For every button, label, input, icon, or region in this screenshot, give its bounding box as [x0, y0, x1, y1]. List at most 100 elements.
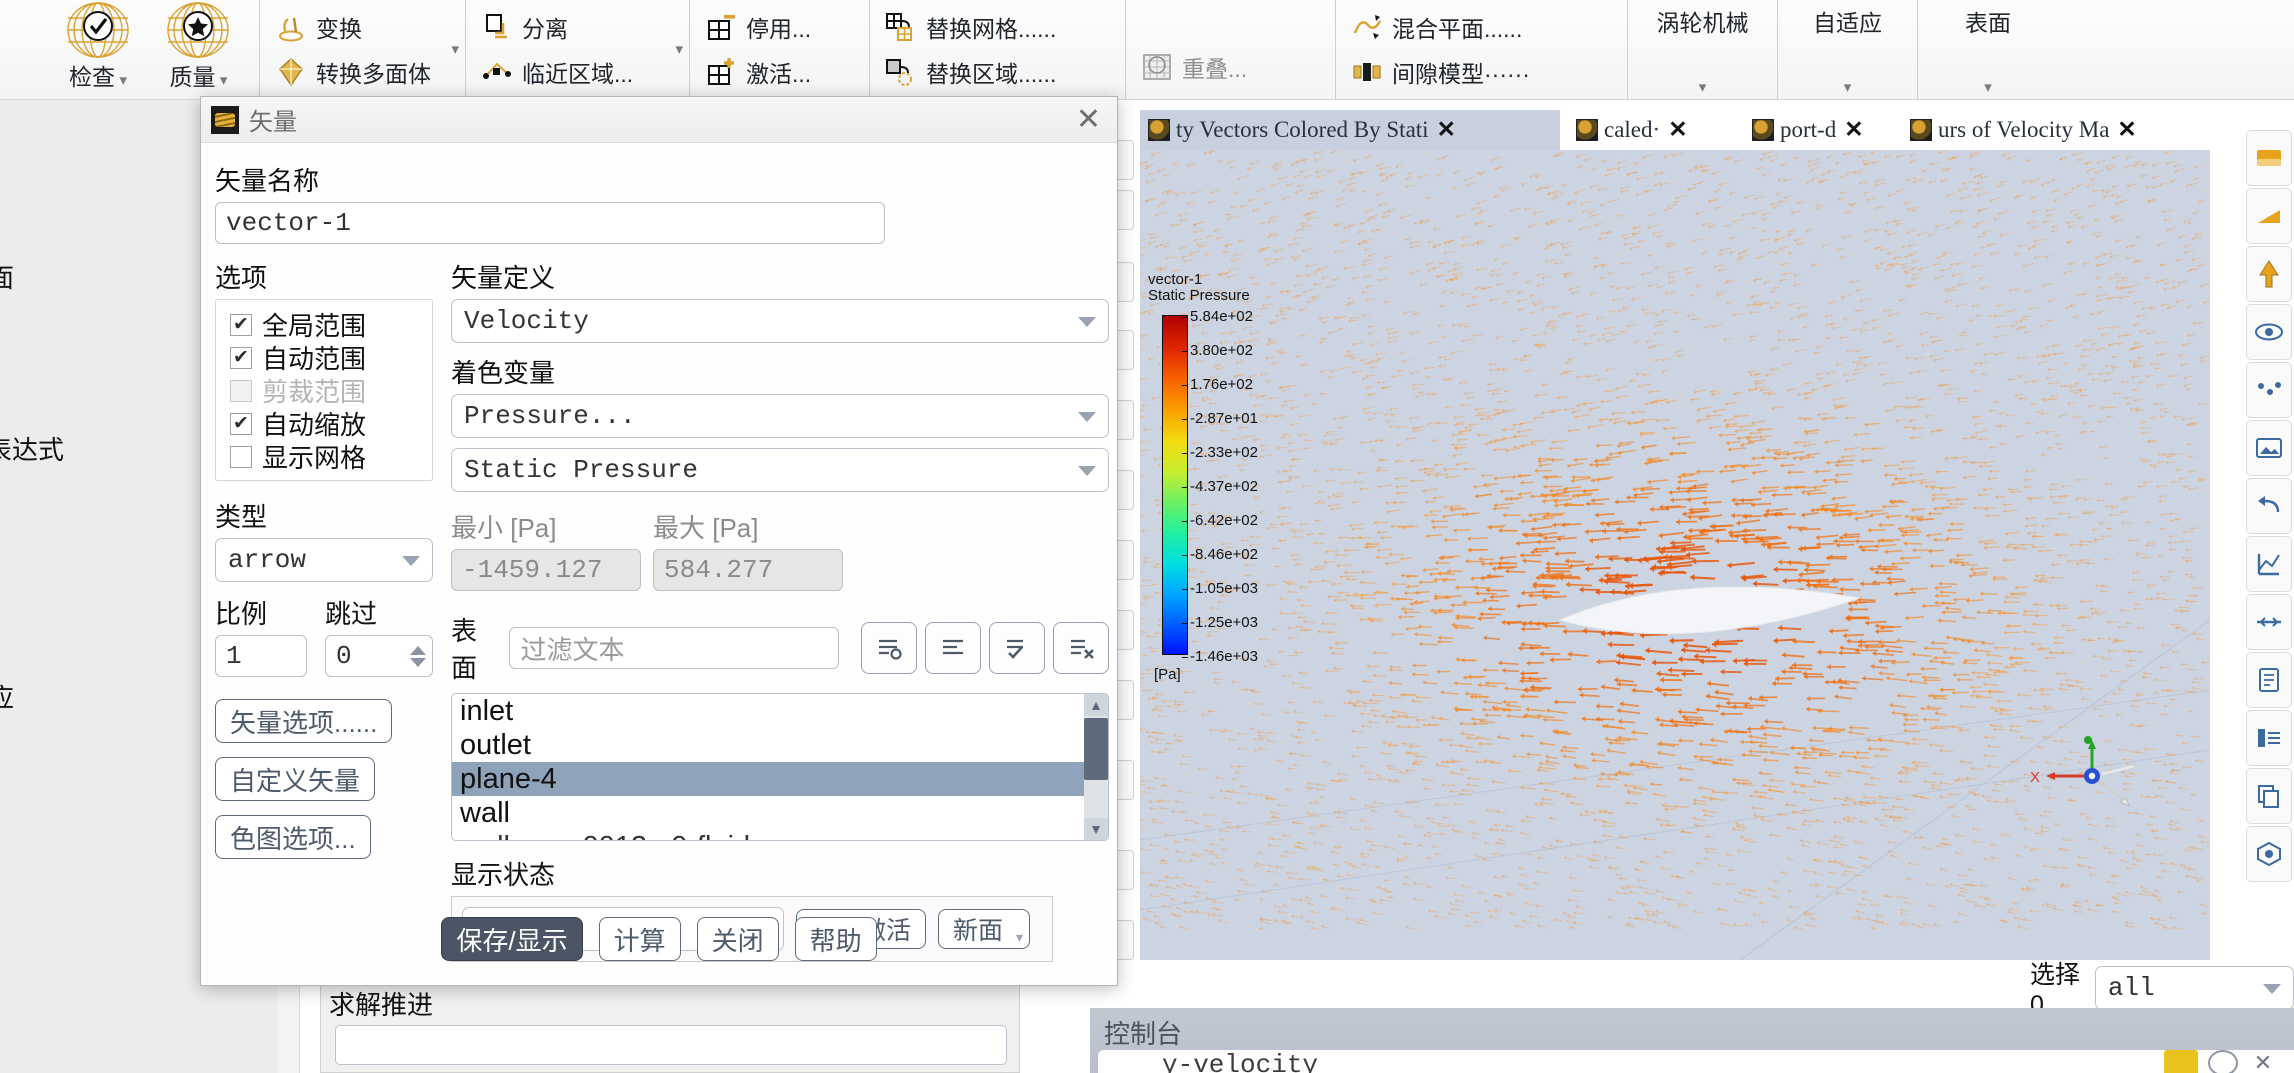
ribbon-button-quality[interactable]: 质量 ▾	[150, 0, 246, 92]
vector-type-dropdown[interactable]: arrow	[215, 538, 433, 582]
vector-plot-canvas[interactable]: vector-1 Static Pressure 5.84e+02 3.80e+0…	[1140, 150, 2210, 960]
checkbox-draw-mesh[interactable]: ✔	[230, 445, 252, 468]
option-auto-range[interactable]: ✔ 自动范围	[216, 341, 432, 374]
rail-button-vectors[interactable]	[2246, 246, 2292, 302]
scroll-up-icon[interactable]: ▲	[1084, 694, 1109, 716]
graphics-tab-0[interactable]: ty Vectors Colored By Stati ✕	[1140, 110, 1560, 150]
select-all-surfaces-button[interactable]	[989, 622, 1046, 674]
color-by-dropdown[interactable]: Pressure...	[451, 394, 1110, 438]
vector-name-input[interactable]: vector-1	[215, 202, 885, 244]
console-warning-icon[interactable]	[2164, 1050, 2198, 1073]
vectors-dialog[interactable]: 矢量 ✕ 矢量名称 vector-1 选项 ✔ 全局范围 ✔ 自动范围 剪裁范围…	[200, 96, 1118, 986]
deselect-all-surfaces-button[interactable]	[1053, 622, 1110, 674]
dialog-title-bar[interactable]: 矢量 ✕	[201, 97, 1117, 143]
skip-stepper[interactable]: 0	[325, 635, 433, 677]
list-item[interactable]: plane-4	[452, 762, 1109, 796]
axis-triad[interactable]: X	[2030, 730, 2150, 820]
rail-button-legend[interactable]	[2246, 710, 2292, 766]
chevron-down-icon[interactable]: ▾	[1918, 78, 2058, 96]
surfaces-filter-input[interactable]: 过滤文本	[509, 627, 840, 669]
checkbox-auto-range[interactable]: ✔	[230, 346, 252, 369]
surface-list-button[interactable]	[925, 622, 982, 674]
ribbon-button-gap-model[interactable]: 间隙模型······	[1346, 49, 1534, 94]
vector-options-button[interactable]: 矢量选项......	[215, 699, 393, 743]
graphics-tab-1[interactable]: caled· ✕	[1568, 110, 1736, 150]
rail-button-ruler[interactable]	[2246, 594, 2292, 650]
rail-button-colormap[interactable]	[2246, 130, 2292, 186]
list-item[interactable]: wall	[452, 796, 1108, 830]
rail-button-particles[interactable]	[2246, 362, 2292, 418]
option-auto-scale[interactable]: ✔ 自动缩放	[216, 407, 432, 440]
graphics-area: ty Vectors Colored By Stati ✕ caled· ✕ p…	[1140, 110, 2240, 990]
console-close-icon[interactable]: ✕	[2248, 1050, 2278, 1073]
save-display-button[interactable]: 保存/显示	[441, 917, 583, 961]
ribbon-group-surface[interactable]: 表面 ▾	[1918, 0, 2058, 100]
close-icon[interactable]: ✕	[1668, 117, 1687, 143]
option-global-range[interactable]: ✔ 全局范围	[216, 308, 432, 341]
left-panel-text-2: 应	[0, 683, 15, 713]
close-icon[interactable]: ✕	[1070, 104, 1107, 135]
surfaces-list[interactable]: inlet outlet plane-4 wall wall-naca0012-…	[451, 693, 1110, 841]
rail-button-axes[interactable]	[2246, 536, 2292, 592]
custom-vectors-button[interactable]: 自定义矢量	[215, 757, 376, 801]
ribbon-button-overset[interactable]: 重叠...	[1136, 44, 1251, 89]
compute-button[interactable]: 计算	[598, 917, 681, 961]
stepper-arrows[interactable]	[410, 645, 426, 667]
rail-button-render-mode[interactable]	[2246, 826, 2292, 882]
colormap-options-button[interactable]: 色图选项...	[215, 815, 371, 859]
rail-button-colormap-alt[interactable]	[2246, 188, 2292, 244]
surface-type-filter-button[interactable]	[861, 622, 918, 674]
list-item[interactable]: inlet	[452, 694, 1108, 728]
vector-definition-dropdown[interactable]: Velocity	[451, 299, 1110, 343]
graphics-tab-bar[interactable]: ty Vectors Colored By Stati ✕ caled· ✕ p…	[1140, 110, 2240, 150]
ribbon-button-replace-mesh[interactable]: 替换网格......	[880, 4, 1060, 49]
color-by-sub-value: Static Pressure	[464, 455, 699, 485]
ribbon-group-turbomachinery[interactable]: 涡轮机械 ▾	[1628, 0, 1778, 100]
ribbon-button-mixing-plane[interactable]: 混合平面......	[1346, 4, 1534, 49]
surfaces-list-scrollbar[interactable]: ▲ ▼	[1084, 694, 1109, 840]
close-icon[interactable]: ✕	[1437, 117, 1456, 143]
chevron-down-icon[interactable]: ▾	[1778, 78, 1917, 96]
ribbon-button-check[interactable]: 检查 ▾	[50, 0, 146, 92]
ribbon-button-separate[interactable]: 分离	[476, 4, 637, 49]
help-button[interactable]: 帮助	[794, 917, 877, 961]
list-item[interactable]: outlet	[452, 728, 1108, 762]
ribbon-button-replace-zone[interactable]: 替换区域......	[880, 49, 1060, 94]
ribbon-separate-caret-icon[interactable]: ▾	[675, 40, 683, 58]
selection-filter-dropdown[interactable]: all	[2094, 965, 2294, 1010]
rail-button-undo-view[interactable]	[2246, 478, 2292, 534]
ribbon-button-transform[interactable]: 变换	[270, 4, 435, 49]
graphics-tab-2[interactable]: port-d ✕	[1744, 110, 1894, 150]
rail-button-image[interactable]	[2246, 420, 2292, 476]
scrollbar-thumb[interactable]	[1084, 718, 1109, 780]
solution-advance-input[interactable]	[335, 1025, 1007, 1065]
checkbox-auto-scale[interactable]: ✔	[230, 412, 252, 435]
rail-button-visibility[interactable]	[2246, 304, 2292, 360]
graphics-tab-3[interactable]: urs of Velocity Ma ✕	[1902, 110, 2234, 150]
console-output[interactable]: y-velocity	[1098, 1050, 2294, 1073]
ribbon-button-convert-polyhedra[interactable]: 转换多面体	[270, 49, 435, 94]
rail-button-copy-view[interactable]	[2246, 768, 2292, 824]
ribbon-button-deactivate[interactable]: 停用...	[700, 4, 815, 49]
ribbon-toolbar[interactable]: 检查 ▾ 质量 ▾ 变换 转换多面体 ▾ 分离 临近区域... ▾ 停用... …	[0, 0, 2294, 100]
ribbon-transform-caret-icon[interactable]: ▾	[451, 40, 459, 58]
chevron-down-icon	[402, 556, 420, 566]
rail-button-text[interactable]	[2246, 652, 2292, 708]
close-button[interactable]: 关闭	[696, 917, 779, 961]
colorbar-tick-4: -2.33e+02	[1182, 444, 1258, 461]
chevron-down-icon[interactable]: ▾	[1628, 78, 1777, 96]
scroll-down-icon[interactable]: ▼	[1084, 818, 1109, 840]
list-item[interactable]: wall-naca0012-x0-fluid	[452, 830, 1108, 841]
close-icon[interactable]: ✕	[1844, 117, 1863, 143]
checkbox-global-range[interactable]: ✔	[230, 313, 252, 336]
scale-input[interactable]: 1	[215, 635, 307, 677]
console-help-icon[interactable]	[2208, 1050, 2238, 1073]
ribbon-button-adjacency[interactable]: 临近区域...	[476, 49, 637, 94]
graphics-tool-rail[interactable]	[2246, 130, 2292, 884]
color-by-sub-dropdown[interactable]: Static Pressure	[451, 448, 1110, 492]
ribbon-button-activate[interactable]: 激活...	[700, 49, 815, 94]
console-toolbar[interactable]: ✕	[2164, 1050, 2278, 1073]
ribbon-group-adapt[interactable]: 自适应 ▾	[1778, 0, 1918, 100]
close-icon[interactable]: ✕	[2117, 117, 2136, 143]
option-draw-mesh[interactable]: ✔ 显示网格	[216, 440, 432, 473]
